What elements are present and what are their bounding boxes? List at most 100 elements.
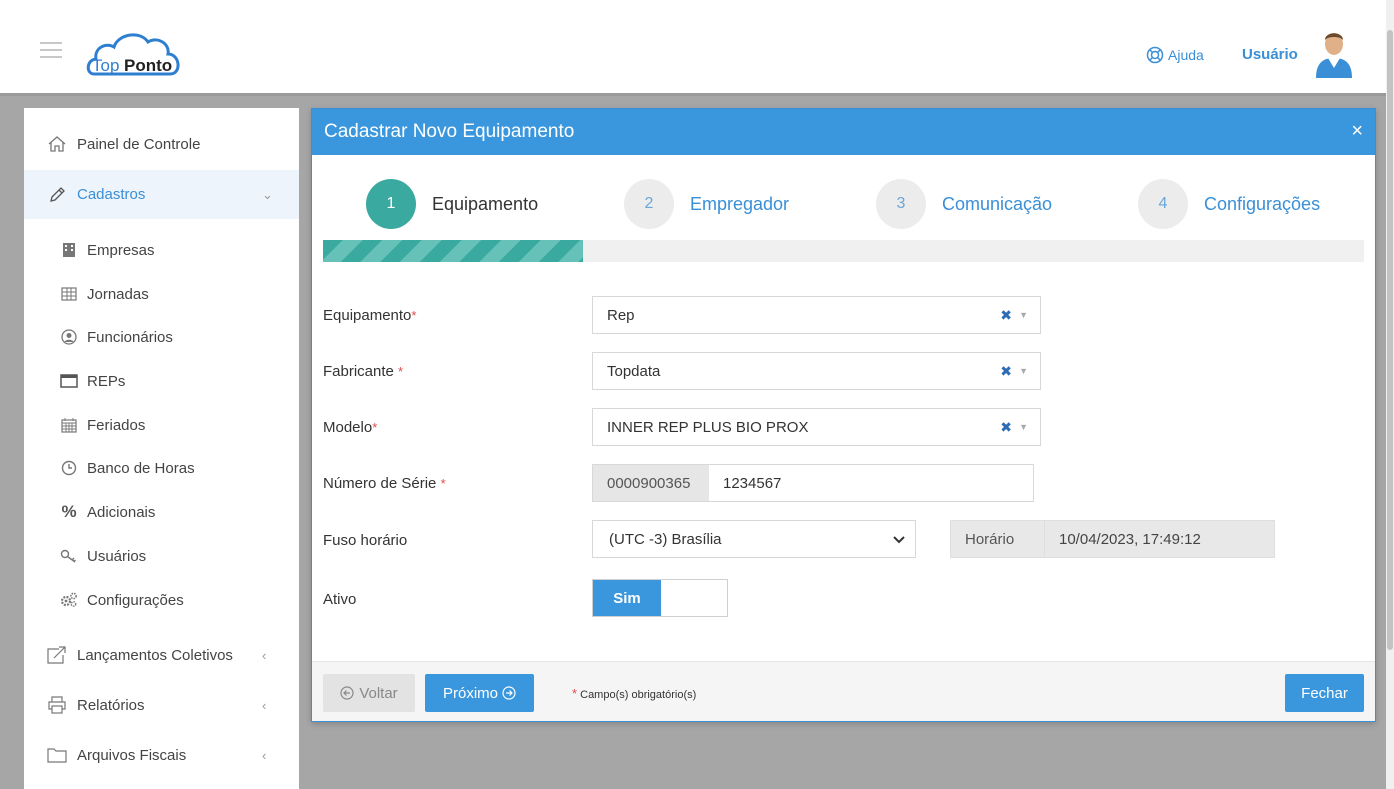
step-number: 4 bbox=[1138, 179, 1188, 229]
sidebar-item-configuracoes[interactable]: Configurações bbox=[24, 583, 299, 617]
sidebar-sub-label: Adicionais bbox=[87, 503, 156, 521]
user-avatar[interactable] bbox=[1312, 28, 1356, 78]
modelo-select[interactable]: INNER REP PLUS BIO PROX ✖ ▼ bbox=[592, 408, 1041, 446]
help-label: Ajuda bbox=[1168, 47, 1204, 63]
modal-footer: Voltar Próximo * Campo(s) obrigatório(s)… bbox=[312, 661, 1375, 721]
modal-header: Cadastrar Novo Equipamento × bbox=[312, 109, 1375, 155]
sidebar-item-arquivos-fiscais[interactable]: Arquivos Fiscais ‹ bbox=[24, 732, 299, 778]
sidebar-item-cadastros[interactable]: Cadastros ⌄ bbox=[24, 170, 299, 219]
sidebar-item-lancamentos[interactable]: Lançamentos Coletivos ‹ bbox=[24, 632, 299, 678]
sidebar-sub-label: Feriados bbox=[87, 416, 146, 434]
caret-down-icon[interactable]: ▼ bbox=[1019, 422, 1028, 432]
sidebar-sub-label: Empresas bbox=[87, 241, 155, 259]
wizard-progress-bar bbox=[323, 240, 1364, 262]
step-label: Comunicação bbox=[942, 193, 1053, 214]
logo-text-top: Top bbox=[92, 56, 119, 75]
sidebar-item-label: Painel de Controle bbox=[77, 135, 201, 153]
required-note: * Campo(s) obrigatório(s) bbox=[572, 686, 696, 701]
required-mark: * bbox=[411, 308, 417, 323]
select-value: Rep bbox=[607, 306, 635, 324]
select-value: (UTC -3) Brasília bbox=[609, 530, 722, 548]
pencil-icon bbox=[46, 185, 68, 205]
required-note-text: Campo(s) obrigatório(s) bbox=[580, 689, 697, 701]
proximo-button[interactable]: Próximo bbox=[425, 674, 534, 712]
clear-icon[interactable]: ✖ bbox=[1000, 307, 1012, 324]
sidebar-item-label: Lançamentos Coletivos bbox=[77, 646, 233, 664]
chevron-down-icon bbox=[893, 532, 905, 547]
sidebar-item-empresas[interactable]: Empresas bbox=[24, 233, 299, 267]
chevron-down-icon: ⌄ bbox=[262, 186, 273, 202]
step-number: 2 bbox=[624, 179, 674, 229]
scrollbar-thumb[interactable] bbox=[1387, 30, 1393, 650]
field-label-text: Equipamento bbox=[323, 307, 412, 324]
step-number: 1 bbox=[366, 179, 416, 229]
sidebar-sub-label: Banco de Horas bbox=[87, 459, 195, 477]
user-circle-icon bbox=[60, 328, 78, 346]
new-equipment-modal: Cadastrar Novo Equipamento × 1 Equipamen… bbox=[311, 108, 1376, 722]
folder-icon bbox=[46, 745, 68, 765]
sidebar: Painel de Controle Cadastros ⌄ Empresas … bbox=[24, 108, 299, 789]
sidebar-item-adicionais[interactable]: % Adicionais bbox=[24, 495, 299, 529]
select-value: Topdata bbox=[607, 362, 661, 380]
chevron-left-icon: ‹ bbox=[262, 647, 267, 663]
caret-down-icon[interactable]: ▼ bbox=[1019, 366, 1028, 376]
field-label-text: Modelo bbox=[323, 419, 373, 436]
close-icon[interactable]: × bbox=[1351, 121, 1363, 141]
sidebar-item-label: Arquivos Fiscais bbox=[77, 746, 187, 764]
sidebar-item-banco-horas[interactable]: Banco de Horas bbox=[24, 451, 299, 485]
sidebar-item-feriados[interactable]: Feriados bbox=[24, 408, 299, 442]
fuso-horario-select[interactable]: (UTC -3) Brasília bbox=[592, 520, 916, 558]
menu-toggle-icon[interactable] bbox=[40, 42, 62, 58]
sidebar-item-painel[interactable]: Painel de Controle bbox=[24, 122, 299, 166]
clear-icon[interactable]: ✖ bbox=[1000, 363, 1012, 380]
gears-icon bbox=[60, 591, 78, 609]
printer-icon bbox=[46, 695, 68, 715]
sidebar-item-reps[interactable]: REPs bbox=[24, 364, 299, 398]
fabricante-label: Fabricante * bbox=[323, 363, 403, 380]
user-name[interactable]: Usuário bbox=[1242, 46, 1298, 63]
step-equipamento[interactable]: 1 Equipamento bbox=[366, 179, 538, 229]
step-number: 3 bbox=[876, 179, 926, 229]
progress-fill bbox=[323, 240, 584, 262]
step-comunicacao[interactable]: 3 Comunicação bbox=[876, 179, 1052, 229]
step-empregador[interactable]: 2 Empregador bbox=[624, 179, 789, 229]
home-icon bbox=[46, 134, 68, 154]
clock-icon bbox=[60, 459, 78, 477]
voltar-button[interactable]: Voltar bbox=[323, 674, 415, 712]
sidebar-sub-label: Jornadas bbox=[87, 285, 149, 303]
sidebar-item-relatorios[interactable]: Relatórios ‹ bbox=[24, 682, 299, 728]
sidebar-sub-label: Funcionários bbox=[87, 328, 173, 346]
fechar-button[interactable]: Fechar bbox=[1285, 674, 1364, 712]
sidebar-item-usuarios[interactable]: Usuários bbox=[24, 539, 299, 573]
cloud-logo-icon: Top Ponto bbox=[86, 33, 180, 76]
sidebar-item-label: Relatórios bbox=[77, 696, 145, 714]
window-icon bbox=[60, 372, 78, 390]
numero-serie-label: Número de Série * bbox=[323, 475, 446, 492]
key-icon bbox=[60, 547, 78, 565]
page-scrollbar[interactable] bbox=[1386, 0, 1394, 789]
numero-serie-input-group: 0000900365 1234567 bbox=[592, 464, 1034, 502]
serie-input[interactable]: 1234567 bbox=[709, 465, 781, 501]
arrow-right-circle-icon bbox=[502, 686, 516, 700]
fabricante-select[interactable]: Topdata ✖ ▼ bbox=[592, 352, 1041, 390]
toggle-on-label: Sim bbox=[593, 580, 661, 616]
equipamento-select[interactable]: Rep ✖ ▼ bbox=[592, 296, 1041, 334]
calendar-icon bbox=[60, 416, 78, 434]
help-link[interactable]: Ajuda bbox=[1146, 46, 1204, 64]
ativo-toggle[interactable]: Sim bbox=[592, 579, 728, 617]
modal-title: Cadastrar Novo Equipamento bbox=[324, 121, 575, 142]
table-icon bbox=[60, 285, 78, 303]
step-label: Configurações bbox=[1204, 193, 1321, 214]
equipamento-label: Equipamento* bbox=[323, 307, 416, 324]
step-configuracoes[interactable]: 4 Configurações bbox=[1138, 179, 1320, 229]
sidebar-sub-label: Usuários bbox=[87, 547, 147, 565]
lifebuoy-icon bbox=[1146, 46, 1164, 64]
sidebar-item-funcionarios[interactable]: Funcionários bbox=[24, 320, 299, 354]
sidebar-item-label: Cadastros bbox=[77, 186, 146, 203]
caret-down-icon[interactable]: ▼ bbox=[1019, 310, 1028, 320]
proximo-label: Próximo bbox=[442, 684, 498, 702]
required-mark: * bbox=[398, 364, 404, 379]
sidebar-item-jornadas[interactable]: Jornadas bbox=[24, 277, 299, 311]
clear-icon[interactable]: ✖ bbox=[1000, 419, 1012, 436]
topponto-logo[interactable]: Top Ponto bbox=[84, 28, 194, 80]
